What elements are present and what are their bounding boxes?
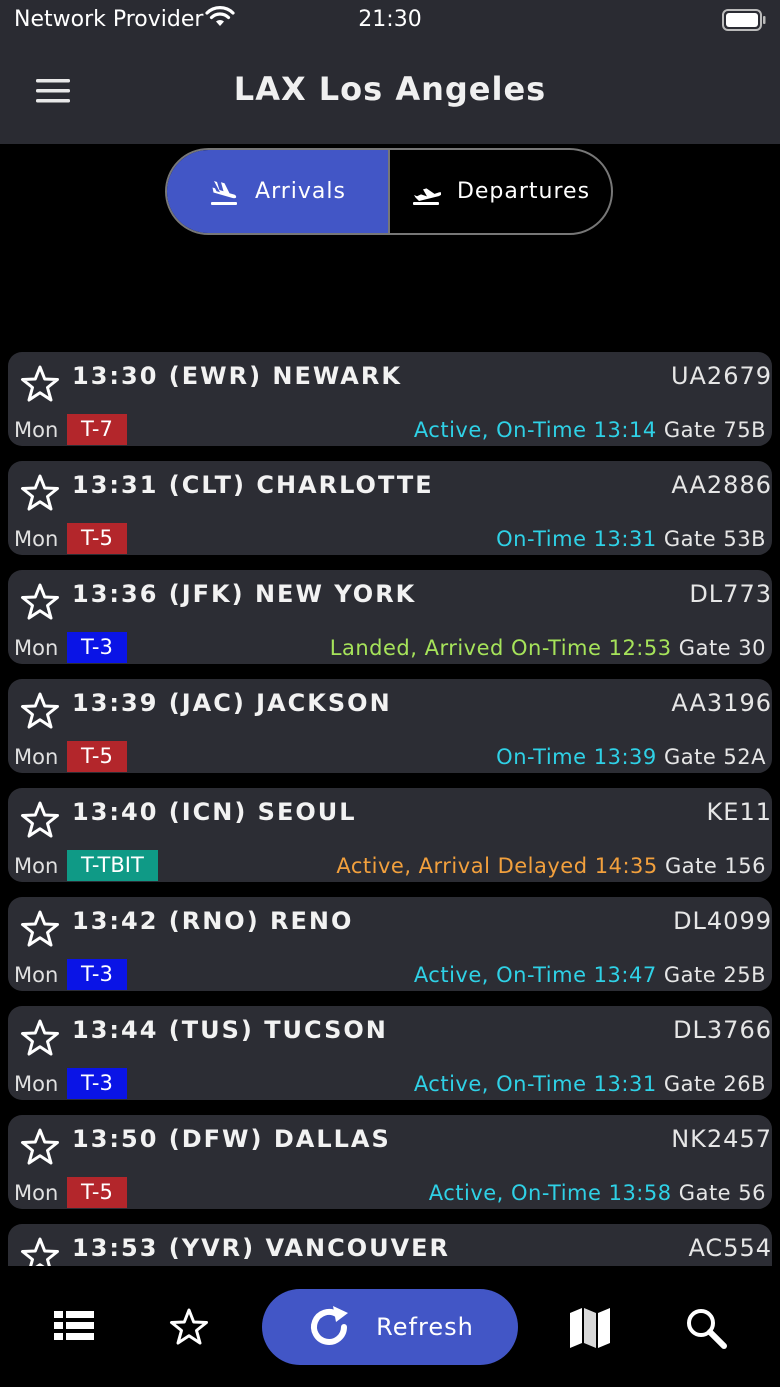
flight-number: AA2886 xyxy=(671,471,772,499)
flight-gate: Gate 156 xyxy=(664,854,766,878)
flight-title: 13:50 (DFW) DALLAS xyxy=(72,1125,391,1153)
terminal-badge: T-3 xyxy=(67,1068,127,1099)
flight-status-line: Active, On-Time 13:31 Gate 26B xyxy=(414,1072,766,1096)
star-icon[interactable] xyxy=(20,473,60,513)
flight-card[interactable]: 13:53 (YVR) VANCOUVER AC554 xyxy=(8,1224,772,1266)
star-icon[interactable] xyxy=(20,691,60,731)
flight-day: Mon xyxy=(14,636,59,660)
flight-status: Active, On-Time 13:14 xyxy=(413,418,657,442)
flight-gate: Gate 25B xyxy=(663,963,766,987)
flight-status-line: Active, On-Time 13:58 Gate 56 xyxy=(429,1181,766,1205)
clock: 21:30 xyxy=(358,7,422,32)
flight-number: AC554 xyxy=(688,1234,772,1262)
flight-status: On-Time 13:39 xyxy=(496,745,657,769)
status-bar: Network Provider 21:30 xyxy=(0,0,780,40)
flight-day: Mon xyxy=(14,745,59,769)
navigation-bar: LAX Los Angeles xyxy=(0,40,780,144)
flight-day: Mon xyxy=(14,963,59,987)
flight-title: 13:30 (EWR) NEWARK xyxy=(72,362,402,390)
terminal-badge: T-5 xyxy=(67,523,127,554)
flight-number: AA3196 xyxy=(671,689,772,717)
flight-title: 13:53 (YVR) VANCOUVER xyxy=(72,1234,451,1262)
flight-number: DL4099 xyxy=(673,907,772,935)
plane-takeoff-icon xyxy=(412,187,441,205)
star-icon[interactable] xyxy=(20,909,60,949)
tab-departures-label: Departures xyxy=(456,179,591,204)
flight-day: Mon xyxy=(14,854,59,878)
star-icon[interactable] xyxy=(20,364,60,404)
flight-status-line: On-Time 13:31 Gate 53B xyxy=(496,527,766,551)
page-title: LAX Los Angeles xyxy=(233,70,547,108)
flight-status: On-Time 13:31 xyxy=(496,527,657,551)
arrivals-departures-toggle: Arrivals Departures xyxy=(165,148,613,235)
flight-day: Mon xyxy=(14,418,59,442)
flight-number: DL773 xyxy=(689,580,772,608)
star-icon[interactable] xyxy=(20,1236,60,1266)
flight-status: Active, On-Time 13:58 xyxy=(428,1181,672,1205)
flight-card[interactable]: 13:50 (DFW) DALLAS NK2457 Mon T-5 Active… xyxy=(8,1115,772,1209)
terminal-badge: T-3 xyxy=(67,959,127,990)
tab-departures[interactable]: Departures xyxy=(388,150,611,233)
star-icon[interactable] xyxy=(20,800,60,840)
flight-title: 13:31 (CLT) CHARLOTTE xyxy=(72,471,434,499)
tab-arrivals[interactable]: Arrivals xyxy=(167,150,388,233)
flight-title: 13:39 (JAC) JACKSON xyxy=(72,689,392,717)
star-icon[interactable] xyxy=(168,1307,210,1347)
flight-status: Active, On-Time 13:31 xyxy=(413,1072,657,1096)
tab-arrivals-label: Arrivals xyxy=(255,179,346,204)
flight-card[interactable]: 13:40 (ICN) SEOUL KE11 Mon T-TBIT Active… xyxy=(8,788,772,882)
refresh-button[interactable]: Refresh xyxy=(262,1289,518,1365)
flight-card[interactable]: 13:31 (CLT) CHARLOTTE AA2886 Mon T-5 On-… xyxy=(8,461,772,555)
bottom-tab-bar: Refresh xyxy=(0,1266,780,1387)
terminal-badge: T-5 xyxy=(67,1177,127,1208)
terminal-badge: T-TBIT xyxy=(67,850,158,881)
flight-number: UA2679 xyxy=(670,362,772,390)
map-icon[interactable] xyxy=(568,1307,612,1349)
terminal-badge: T-3 xyxy=(67,632,127,663)
flight-gate: Gate 30 xyxy=(678,636,766,660)
flight-card[interactable]: 13:30 (EWR) NEWARK UA2679 Mon T-7 Active… xyxy=(8,352,772,446)
flight-card[interactable]: 13:39 (JAC) JACKSON AA3196 Mon T-5 On-Ti… xyxy=(8,679,772,773)
flight-list[interactable]: 13:30 (EWR) NEWARK UA2679 Mon T-7 Active… xyxy=(0,352,780,1266)
flight-day: Mon xyxy=(14,1072,59,1096)
flight-day: Mon xyxy=(14,527,59,551)
flight-card[interactable]: 13:42 (RNO) RENO DL4099 Mon T-3 Active, … xyxy=(8,897,772,991)
flight-status-line: Active, Arrival Delayed 14:35 Gate 156 xyxy=(336,854,766,878)
star-icon[interactable] xyxy=(20,1127,60,1167)
list-icon[interactable] xyxy=(53,1307,95,1345)
flight-status: Landed, Arrived On-Time 12:53 xyxy=(329,636,672,660)
flight-gate: Gate 53B xyxy=(663,527,766,551)
terminal-badge: T-7 xyxy=(67,414,127,445)
flight-status-line: Active, On-Time 13:47 Gate 25B xyxy=(414,963,766,987)
search-icon[interactable] xyxy=(684,1307,728,1349)
flight-title: 13:36 (JFK) NEW YORK xyxy=(72,580,417,608)
flight-number: KE11 xyxy=(706,798,772,826)
plane-landing-icon xyxy=(211,180,238,205)
flight-title: 13:44 (TUS) TUCSON xyxy=(72,1016,388,1044)
flight-card[interactable]: 13:44 (TUS) TUCSON DL3766 Mon T-3 Active… xyxy=(8,1006,772,1100)
flight-title: 13:42 (RNO) RENO xyxy=(72,907,354,935)
star-icon[interactable] xyxy=(20,582,60,622)
star-icon[interactable] xyxy=(20,1018,60,1058)
terminal-badge: T-5 xyxy=(67,741,127,772)
flight-gate: Gate 52A xyxy=(663,745,766,769)
flight-gate: Gate 56 xyxy=(678,1181,766,1205)
flight-day: Mon xyxy=(14,1181,59,1205)
refresh-icon xyxy=(311,1306,349,1345)
battery-icon xyxy=(722,9,766,37)
flight-number: DL3766 xyxy=(673,1016,772,1044)
flight-status-line: Landed, Arrived On-Time 12:53 Gate 30 xyxy=(330,636,766,660)
flight-status-line: Active, On-Time 13:14 Gate 75B xyxy=(414,418,766,442)
refresh-label: Refresh xyxy=(376,1313,474,1341)
flight-status-line: On-Time 13:39 Gate 52A xyxy=(496,745,766,769)
flight-title: 13:40 (ICN) SEOUL xyxy=(72,798,357,826)
flight-gate: Gate 26B xyxy=(663,1072,766,1096)
flight-card[interactable]: 13:36 (JFK) NEW YORK DL773 Mon T-3 Lande… xyxy=(8,570,772,664)
flight-status: Active, On-Time 13:47 xyxy=(413,963,657,987)
flight-status: Active, Arrival Delayed 14:35 xyxy=(336,854,658,878)
flight-gate: Gate 75B xyxy=(663,418,766,442)
flight-number: NK2457 xyxy=(671,1125,772,1153)
